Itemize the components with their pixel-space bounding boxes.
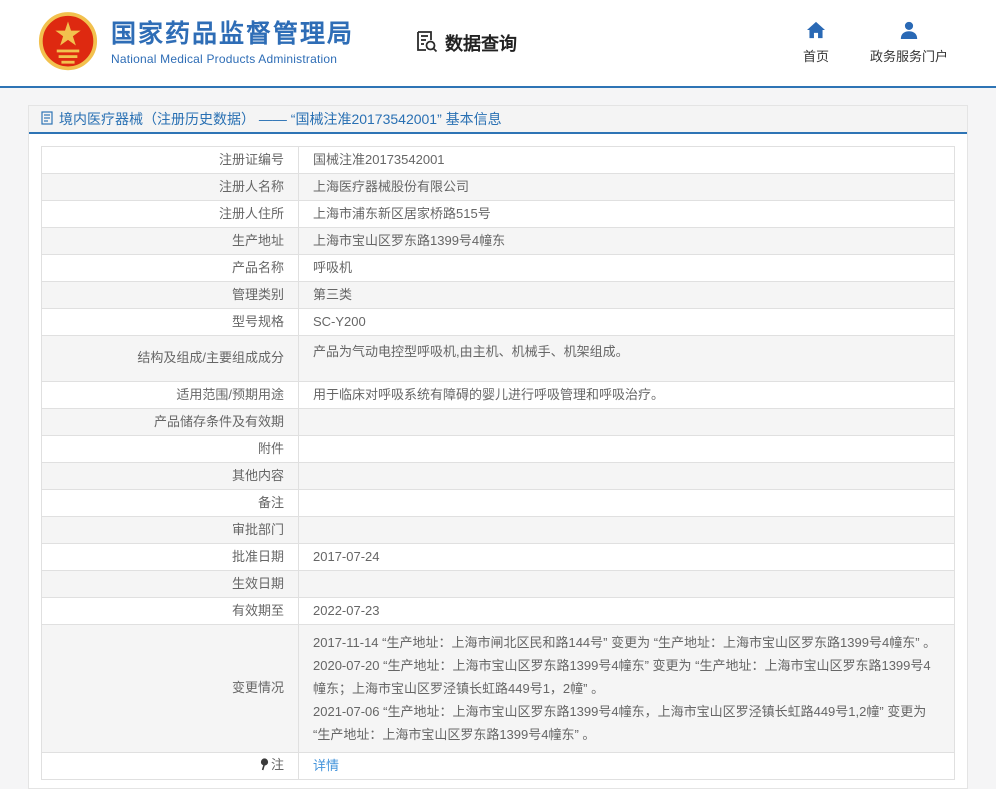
table-row: 批准日期 2017-07-24 xyxy=(42,544,955,571)
table-row: 其他内容 xyxy=(42,463,955,490)
field-value xyxy=(299,517,955,544)
document-icon xyxy=(41,111,53,128)
table-row: 管理类别 第三类 xyxy=(42,282,955,309)
note-label: 注 xyxy=(271,757,284,772)
page-title: 境内医疗器械（注册历史数据） —— “国械注准20173542001” 基本信息 xyxy=(59,109,502,129)
table-row: 有效期至 2022-07-23 xyxy=(42,598,955,625)
field-label: 有效期至 xyxy=(42,598,299,625)
org-name-cn: 国家药品监督管理局 xyxy=(111,20,354,49)
table-row-change-history: 变更情况 2017-11-14 “生产地址：上海市闸北区民和路144号” 变更为… xyxy=(42,625,955,753)
table-row: 产品储存条件及有效期 xyxy=(42,409,955,436)
nav-data-query-label: 数据查询 xyxy=(445,30,517,56)
field-value: 2017-11-14 “生产地址：上海市闸北区民和路144号” 变更为 “生产地… xyxy=(299,625,955,753)
nav-data-query[interactable]: 数据查询 xyxy=(414,29,517,58)
field-value: SC-Y200 xyxy=(299,309,955,336)
table-row: 附件 xyxy=(42,436,955,463)
field-value: 产品为气动电控型呼吸机,由主机、机械手、机架组成。 xyxy=(299,336,955,382)
field-value xyxy=(299,490,955,517)
header-right-nav: 首页 政务服务门户 xyxy=(798,21,948,65)
table-row: 适用范围/预期用途 用于临床对呼吸系统有障碍的婴儿进行呼吸管理和呼吸治疗。 xyxy=(42,382,955,409)
table-row: 型号规格 SC-Y200 xyxy=(42,309,955,336)
table-row: 结构及组成/主要组成成分 产品为气动电控型呼吸机,由主机、机械手、机架组成。 xyxy=(42,336,955,382)
field-value: 用于临床对呼吸系统有障碍的婴儿进行呼吸管理和呼吸治疗。 xyxy=(299,382,955,409)
page-body: 境内医疗器械（注册历史数据） —— “国械注准20173542001” 基本信息… xyxy=(0,88,996,789)
field-value: 呼吸机 xyxy=(299,255,955,282)
table-row: 备注 xyxy=(42,490,955,517)
field-label: 批准日期 xyxy=(42,544,299,571)
table-row: 生产地址 上海市宝山区罗东路1399号4幢东 xyxy=(42,228,955,255)
field-label: 型号规格 xyxy=(42,309,299,336)
field-label: 变更情况 xyxy=(42,625,299,753)
info-panel: 境内医疗器械（注册历史数据） —— “国械注准20173542001” 基本信息… xyxy=(28,105,968,789)
field-label: 其他内容 xyxy=(42,463,299,490)
table-row: 生效日期 xyxy=(42,571,955,598)
field-label: 产品名称 xyxy=(42,255,299,282)
field-value: 国械注准20173542001 xyxy=(299,147,955,174)
home-icon xyxy=(806,21,826,42)
nav-home-label: 首页 xyxy=(803,46,829,65)
field-label: 管理类别 xyxy=(42,282,299,309)
change-line: 2020-07-20 “生产地址：上海市宝山区罗东路1399号4幢东” 变更为 … xyxy=(313,654,940,700)
national-emblem-icon xyxy=(38,12,98,74)
user-icon xyxy=(899,21,919,42)
field-value: 上海市浦东新区居家桥路515号 xyxy=(299,201,955,228)
nav-portal-label: 政务服务门户 xyxy=(870,46,948,65)
field-label: 注 xyxy=(42,753,299,780)
nav-portal[interactable]: 政务服务门户 xyxy=(870,21,948,65)
change-line: 2021-07-06 “生产地址：上海市宝山区罗东路1399号4幢东，上海市宝山… xyxy=(313,700,940,746)
table-row: 注册人名称 上海医疗器械股份有限公司 xyxy=(42,174,955,201)
field-value: 第三类 xyxy=(299,282,955,309)
field-label: 备注 xyxy=(42,490,299,517)
change-line: 2017-11-14 “生产地址：上海市闸北区民和路144号” 变更为 “生产地… xyxy=(313,631,940,654)
field-value: 上海医疗器械股份有限公司 xyxy=(299,174,955,201)
field-label: 注册人名称 xyxy=(42,174,299,201)
field-label: 产品储存条件及有效期 xyxy=(42,409,299,436)
field-value: 2017-07-24 xyxy=(299,544,955,571)
registration-info-table: 注册证编号 国械注准20173542001 注册人名称 上海医疗器械股份有限公司… xyxy=(41,146,955,780)
field-label: 生产地址 xyxy=(42,228,299,255)
field-value: 上海市宝山区罗东路1399号4幢东 xyxy=(299,228,955,255)
pin-icon xyxy=(259,758,269,777)
field-value: 2022-07-23 xyxy=(299,598,955,625)
details-link[interactable]: 详情 xyxy=(313,758,339,773)
table-row: 审批部门 xyxy=(42,517,955,544)
field-value: 详情 xyxy=(299,753,955,780)
nav-home[interactable]: 首页 xyxy=(798,21,834,65)
table-row: 注册人住所 上海市浦东新区居家桥路515号 xyxy=(42,201,955,228)
field-label: 注册人住所 xyxy=(42,201,299,228)
field-label: 生效日期 xyxy=(42,571,299,598)
field-label: 附件 xyxy=(42,436,299,463)
field-label: 结构及组成/主要组成成分 xyxy=(42,336,299,382)
site-header: 国家药品监督管理局 National Medical Products Admi… xyxy=(0,0,996,88)
field-value xyxy=(299,463,955,490)
panel-title-bar: 境内医疗器械（注册历史数据） —— “国械注准20173542001” 基本信息 xyxy=(29,106,967,134)
field-label: 适用范围/预期用途 xyxy=(42,382,299,409)
doc-magnifier-icon xyxy=(414,29,438,58)
logo-group[interactable]: 国家药品监督管理局 National Medical Products Admi… xyxy=(38,12,354,74)
table-row: 产品名称 呼吸机 xyxy=(42,255,955,282)
field-label: 审批部门 xyxy=(42,517,299,544)
table-row-note: 注 详情 xyxy=(42,753,955,780)
field-value xyxy=(299,571,955,598)
field-value xyxy=(299,409,955,436)
field-label: 注册证编号 xyxy=(42,147,299,174)
org-name-en: National Medical Products Administration xyxy=(111,52,354,66)
table-row: 注册证编号 国械注准20173542001 xyxy=(42,147,955,174)
org-title-block: 国家药品监督管理局 National Medical Products Admi… xyxy=(111,20,354,66)
field-value xyxy=(299,436,955,463)
